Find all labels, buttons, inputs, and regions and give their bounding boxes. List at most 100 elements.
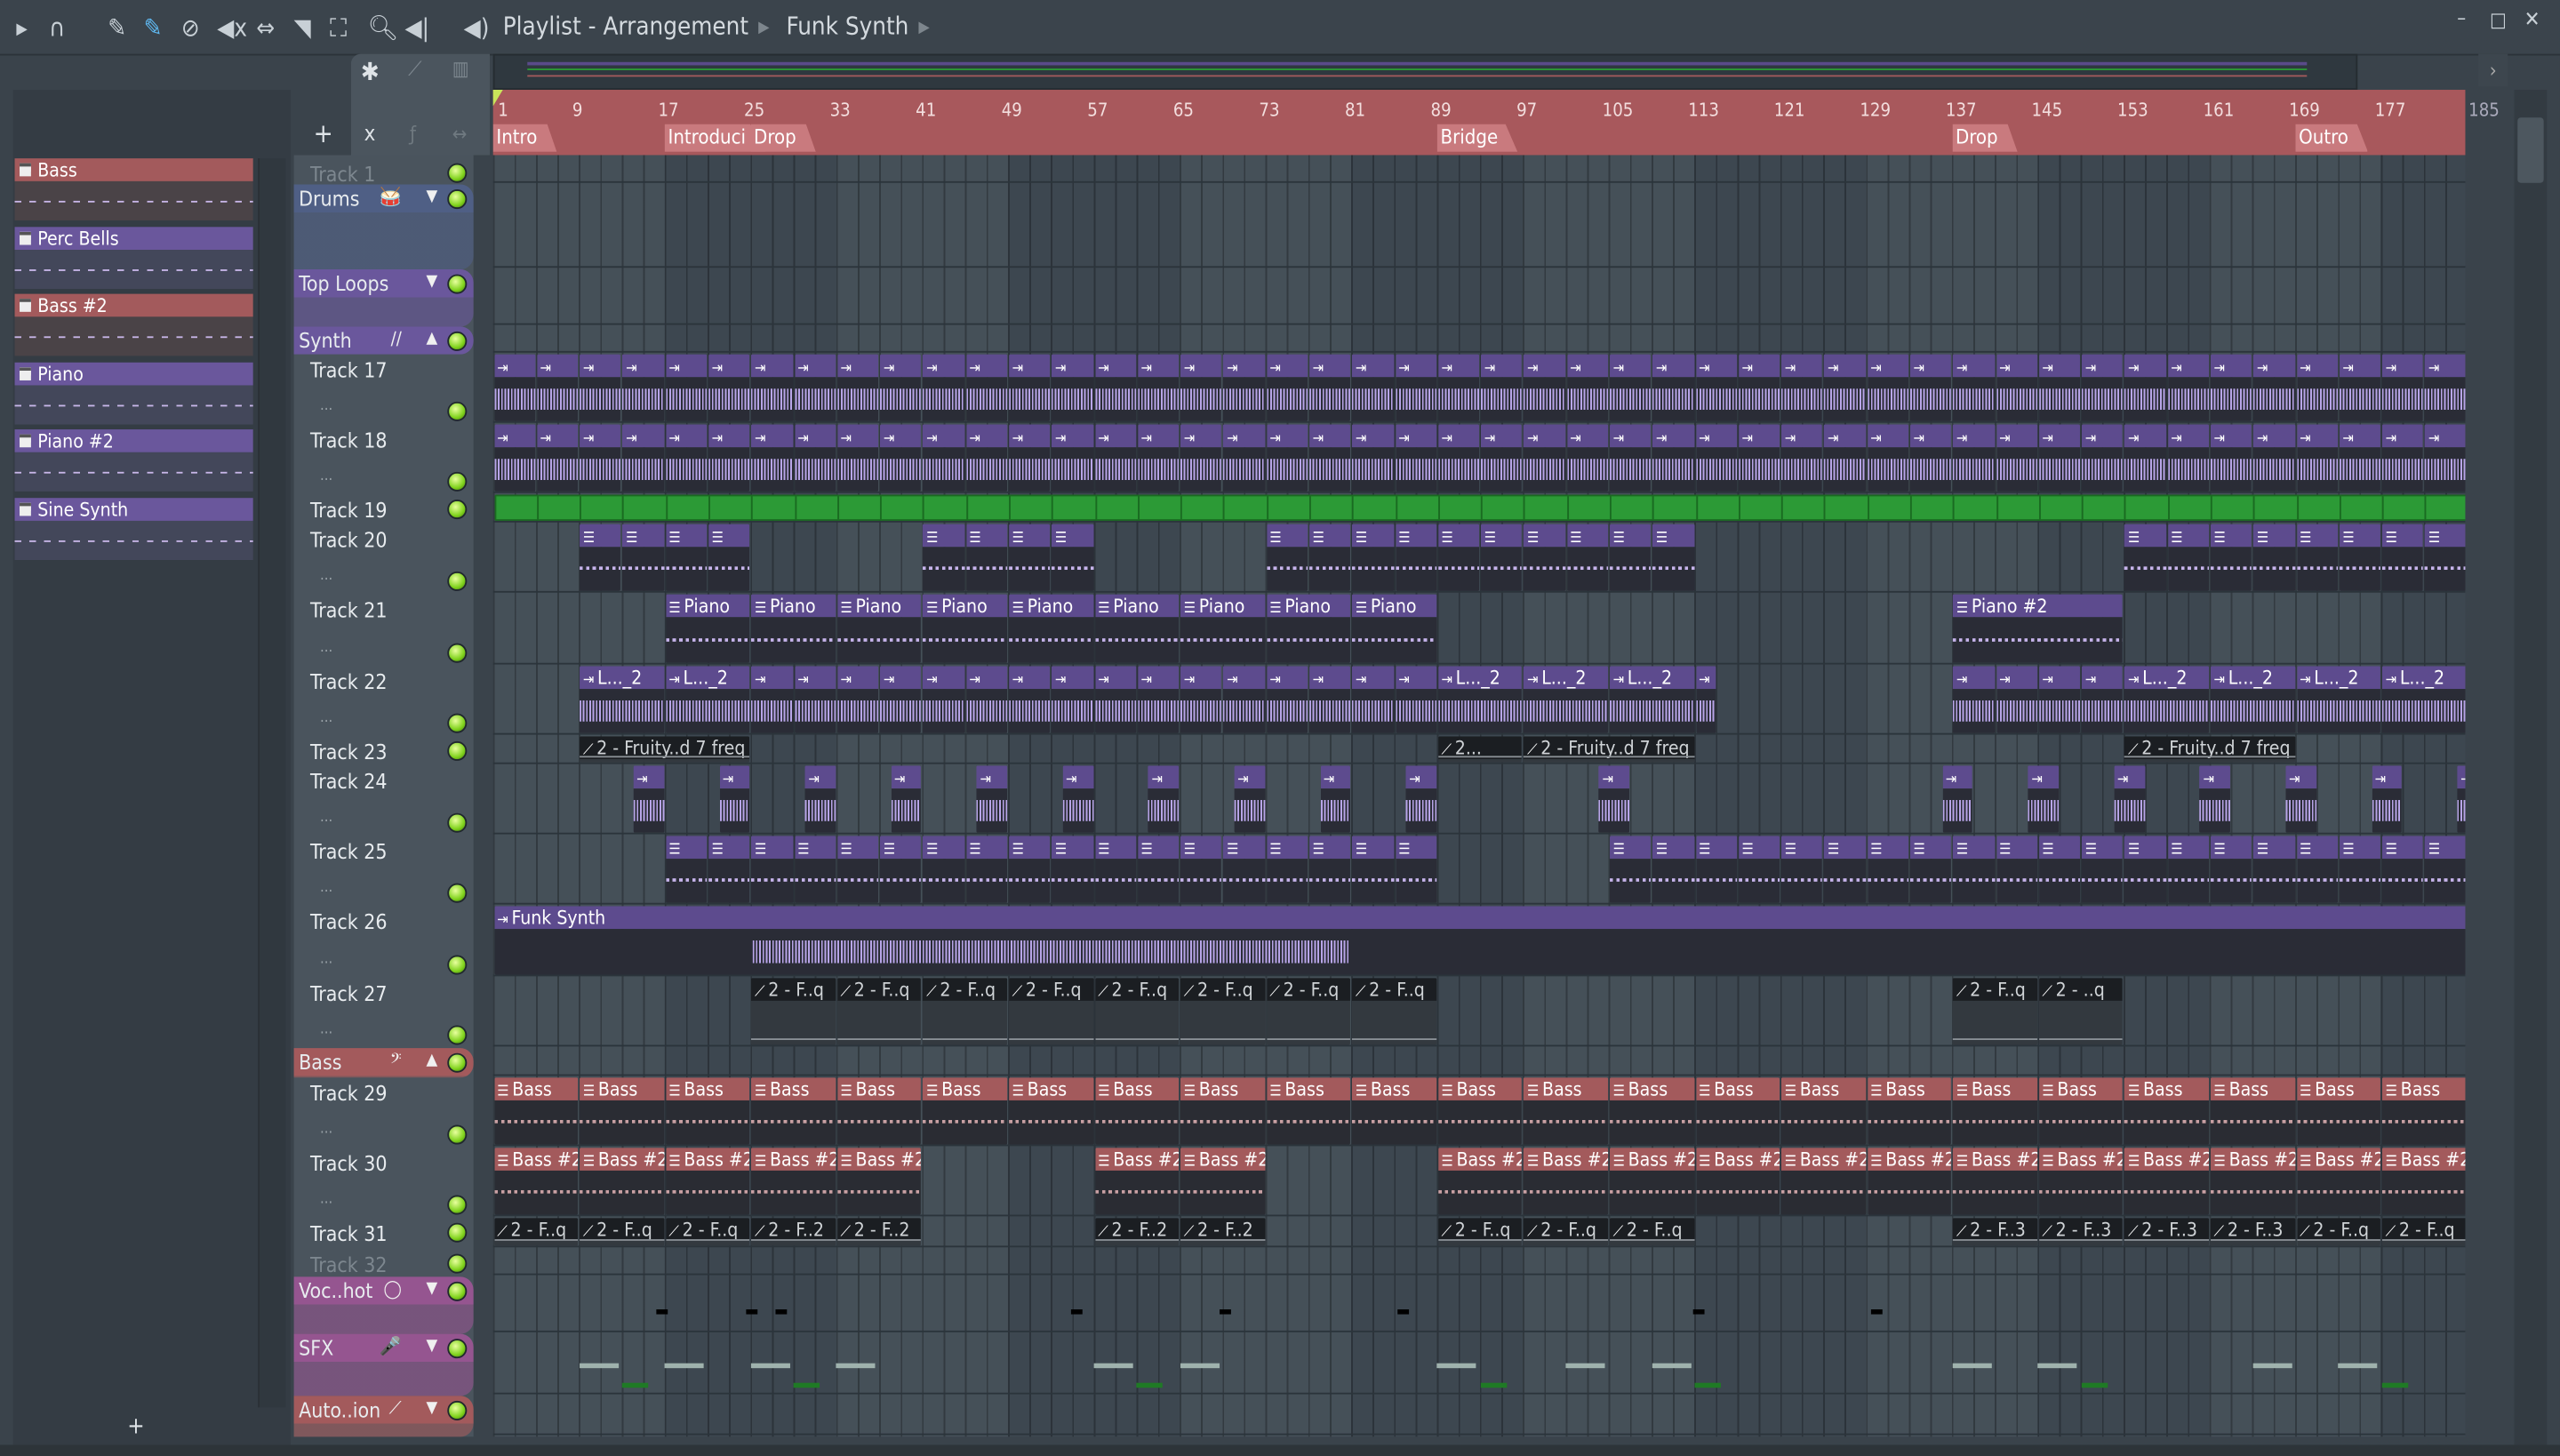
track-enable-led[interactable]: [447, 713, 468, 733]
pattern-clip[interactable]: ☰: [836, 836, 879, 903]
audio-clip[interactable]: ⇥: [1598, 765, 1630, 833]
audio-clip[interactable]: ⇥: [1395, 424, 1436, 492]
track-enable-led[interactable]: [447, 274, 468, 294]
voice-note[interactable]: [1219, 1309, 1231, 1315]
audio-clip[interactable]: ⇥: [794, 354, 836, 421]
track-header[interactable]: Track 20...: [294, 524, 474, 595]
pattern-clip[interactable]: ☰ Piano #2: [1953, 594, 2124, 663]
audio-clip[interactable]: ⇥: [804, 765, 836, 833]
track-enable-led[interactable]: [447, 1339, 468, 1359]
audio-clip[interactable]: ⇥: [2082, 666, 2124, 733]
automation-clip[interactable]: ⟋ 2 - F..3: [2038, 1218, 2124, 1246]
pattern-item[interactable]: Bass: [14, 158, 253, 222]
automation-clip[interactable]: ⟋ 2 - F..q: [2381, 1218, 2466, 1246]
paint-brush-icon[interactable]: ✎: [144, 13, 163, 43]
group-header[interactable]: SFX 🎤 ▼: [293, 1333, 474, 1396]
automation-clip[interactable]: ⟋ 2 - F..3: [2124, 1218, 2210, 1246]
audio-clip[interactable]: ⇥: [2253, 424, 2295, 492]
audio-clip[interactable]: ⇥: [923, 424, 964, 492]
automation-clip[interactable]: ⟋ 2 - Fruity..d 7 freq: [1524, 736, 1694, 763]
pattern-clip[interactable]: ☰ Bass: [580, 1077, 664, 1145]
automation-clip[interactable]: [1352, 494, 1397, 521]
track-more-icon[interactable]: ...: [320, 880, 332, 896]
group-header[interactable]: Voc..hot ◯ ▼: [293, 1276, 474, 1334]
audio-clip[interactable]: ⇥: [1308, 666, 1351, 733]
audio-clip[interactable]: ⇥ L..._2: [2296, 666, 2381, 733]
select-icon[interactable]: ⛶: [330, 13, 347, 43]
pattern-clip[interactable]: ☰: [1695, 836, 1737, 903]
audio-clip-icon[interactable]: ✱: [361, 57, 380, 86]
audio-clip[interactable]: ⇥ L..._2: [2381, 666, 2466, 733]
automation-clip[interactable]: [1094, 494, 1140, 521]
pattern-clip[interactable]: ☰ Bass: [923, 1077, 1008, 1145]
audio-clip[interactable]: ⇥: [2028, 765, 2060, 833]
audio-clip[interactable]: ⇥: [2167, 354, 2210, 421]
audio-clip[interactable]: ⇥: [1308, 424, 1351, 492]
sfx-note[interactable]: [1180, 1363, 1220, 1369]
track-header[interactable]: Track 24...: [294, 765, 474, 836]
audio-clip[interactable]: ⇥: [1953, 666, 1995, 733]
audio-clip[interactable]: ⇥: [1953, 354, 1995, 421]
audio-clip[interactable]: ⇥: [794, 666, 836, 733]
automation-clip[interactable]: [2425, 494, 2466, 521]
audio-clip[interactable]: ⇥ L..._2: [580, 666, 664, 733]
pattern-clip[interactable]: ☰: [665, 836, 708, 903]
pattern-clip[interactable]: ☰: [665, 524, 708, 591]
audio-clip[interactable]: ⇥: [1137, 354, 1180, 421]
voice-note[interactable]: [1071, 1309, 1084, 1315]
track-enable-led[interactable]: [447, 1124, 468, 1145]
pattern-clip[interactable]: ☰: [1524, 524, 1565, 591]
audio-clip[interactable]: ⇥: [1824, 424, 1866, 492]
audio-clip[interactable]: ⇥: [976, 765, 1008, 833]
pattern-clip[interactable]: ☰: [1266, 524, 1308, 591]
audio-clip[interactable]: ⇥: [1942, 765, 1973, 833]
audio-clip[interactable]: ⇥: [536, 354, 579, 421]
audio-clip[interactable]: ⇥: [580, 354, 621, 421]
audio-clip[interactable]: ⇥: [1481, 424, 1523, 492]
pattern-clip[interactable]: ☰: [622, 524, 664, 591]
pattern-clip[interactable]: ☰: [708, 524, 750, 591]
play-arrow-icon[interactable]: ▸: [16, 13, 27, 43]
pattern-clip[interactable]: ☰: [1652, 836, 1694, 903]
audio-clip[interactable]: ⇥: [1094, 666, 1136, 733]
expand-arrow-icon[interactable]: ▼: [427, 1337, 438, 1355]
pattern-clip[interactable]: ☰: [2425, 836, 2466, 903]
automation-clip[interactable]: [1223, 494, 1268, 521]
audio-clip[interactable]: ⇥: [2457, 765, 2466, 833]
audio-clip[interactable]: ⇥: [1481, 354, 1523, 421]
automation-clip[interactable]: [1609, 494, 1655, 521]
automation-clip[interactable]: [622, 494, 668, 521]
pattern-clip[interactable]: ☰: [2339, 524, 2381, 591]
automation-clip[interactable]: ⟋ 2 - F..q: [493, 1218, 579, 1246]
automation-clip[interactable]: [708, 494, 754, 521]
sfx-note[interactable]: [2252, 1363, 2292, 1369]
audio-clip[interactable]: ⇥: [1738, 354, 1780, 421]
pattern-clip[interactable]: ☰: [2339, 836, 2381, 903]
pattern-clip[interactable]: ☰: [2167, 836, 2210, 903]
automation-clip[interactable]: ⟋ 2 - F..2: [751, 1218, 836, 1246]
track-header[interactable]: Track 23: [294, 736, 474, 765]
audio-clip[interactable]: ⇥: [665, 354, 708, 421]
pattern-clip[interactable]: ☰: [1996, 836, 2037, 903]
pencil-icon[interactable]: ✎: [108, 13, 126, 43]
audio-clip[interactable]: ⇥: [1566, 424, 1609, 492]
audio-clip[interactable]: ⇥: [2038, 424, 2081, 492]
audio-clip[interactable]: ⇥: [2381, 424, 2424, 492]
track-enable-led[interactable]: [447, 740, 468, 761]
audio-clip[interactable]: ⇥: [1738, 424, 1780, 492]
voice-note[interactable]: [1692, 1309, 1705, 1315]
audio-clip[interactable]: ⇥: [965, 666, 1008, 733]
automation-clip[interactable]: [2124, 494, 2170, 521]
audio-clip[interactable]: ⇥: [2371, 765, 2403, 833]
audio-clip[interactable]: ⇥: [1180, 666, 1222, 733]
pattern-clip[interactable]: ☰: [1008, 836, 1051, 903]
track-header[interactable]: Track 32: [294, 1249, 474, 1276]
audio-clip[interactable]: ⇥: [1524, 424, 1565, 492]
track-enable-led[interactable]: [447, 1400, 468, 1420]
scroll-right-button[interactable]: ›: [2478, 53, 2508, 87]
pattern-clip[interactable]: ☰ Piano: [751, 594, 836, 663]
pattern-clip[interactable]: ☰: [1481, 524, 1523, 591]
audio-clip[interactable]: ⇥: [2381, 354, 2424, 421]
automation-clip[interactable]: ⟋ 2 - F..q: [665, 1218, 750, 1246]
automation-clip[interactable]: [2339, 494, 2384, 521]
